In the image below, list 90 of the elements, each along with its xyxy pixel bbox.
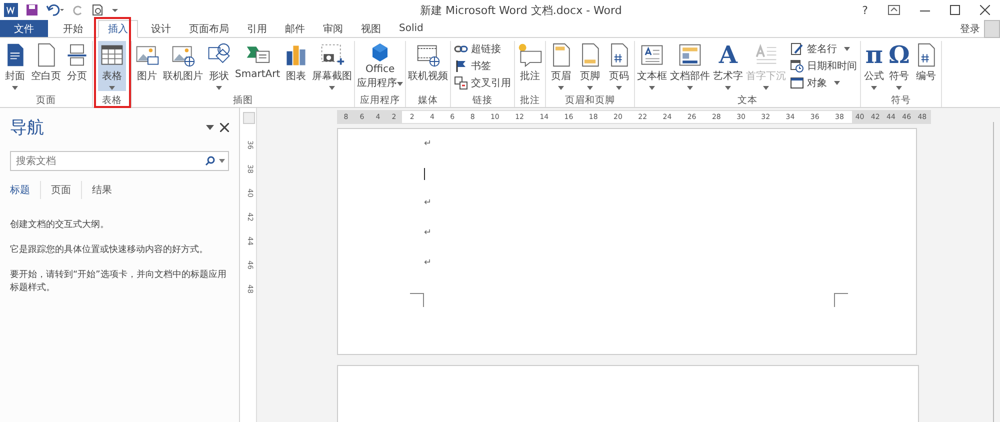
undo-icon[interactable] <box>46 4 64 16</box>
pane-tab[interactable]: 结果 <box>92 181 122 199</box>
ribbon-button[interactable]: 交叉引用 <box>452 75 514 91</box>
group-label: 链接 <box>472 94 494 107</box>
ribbon-button[interactable]: 形状 <box>205 41 233 91</box>
flag-icon <box>454 59 468 73</box>
print-preview-icon[interactable] <box>92 4 104 16</box>
group-label: 媒体 <box>417 94 440 107</box>
word-logo-icon[interactable] <box>4 3 18 17</box>
ribbon-button[interactable]: 页脚 <box>576 41 604 91</box>
ribbon-tab[interactable]: Solid <box>390 20 432 37</box>
ribbon-tab[interactable]: 开始 <box>54 20 92 37</box>
help-text: 创建文档的交互式大纲。 <box>10 219 110 232</box>
glyph-icon: A <box>718 42 738 68</box>
ribbon-tab[interactable]: 页面布局 <box>180 20 238 37</box>
close-icon[interactable] <box>980 5 990 15</box>
paragraph-mark: ↵ <box>424 256 432 270</box>
calendar-clock-icon <box>790 59 804 73</box>
document-parts-icon <box>677 42 704 68</box>
ribbon-display-icon[interactable] <box>888 5 900 15</box>
glyph-icon: π <box>865 42 883 68</box>
help-text: 它是跟踪您的具体位置或快速移动内容的好方式。 <box>10 244 209 257</box>
group-label: 应用程序 <box>359 94 402 107</box>
pane-title: 导航 <box>10 117 44 139</box>
customize-caret-icon[interactable] <box>112 7 118 13</box>
search-box[interactable]: 搜索文档 <box>10 151 229 171</box>
ribbon-button[interactable]: A 艺术字 <box>712 41 744 91</box>
ribbon-button[interactable]: π 公式 <box>862 41 886 91</box>
comment-icon <box>517 42 544 68</box>
window-icon <box>790 76 804 90</box>
ribbon-tab[interactable]: 插入 <box>98 20 138 38</box>
group-label: 插图 <box>232 94 254 107</box>
ribbon-button[interactable]: 屏幕截图 <box>311 41 354 91</box>
pane-tab[interactable]: 标题 <box>10 181 41 199</box>
group-label: 页面 <box>35 94 57 107</box>
ribbon-button[interactable]: 文档部件 <box>669 41 712 91</box>
ribbon-button[interactable]: 对象 <box>788 75 860 91</box>
signature-pen-icon <box>790 42 804 56</box>
crop-mark-icon <box>410 292 424 307</box>
group-label: 表格 <box>101 94 123 107</box>
ribbon-button[interactable]: 签名行 <box>788 41 860 57</box>
ribbon-tab[interactable]: 审阅 <box>314 20 352 37</box>
ribbon-button[interactable]: 批注 <box>516 41 544 91</box>
ribbon-tab[interactable]: 视图 <box>352 20 390 37</box>
ribbon-button[interactable]: 表格 <box>98 41 126 91</box>
search-icon[interactable] <box>205 156 215 166</box>
ribbon-button[interactable]: 联机视频 <box>407 41 450 91</box>
ribbon-button[interactable]: SmartArt <box>234 41 282 91</box>
group-label: 批注 <box>519 94 542 107</box>
ribbon-button[interactable]: 联机图片 <box>162 41 204 91</box>
dropdown-caret-icon[interactable] <box>219 159 225 163</box>
paragraph-mark: ↵ <box>424 196 432 210</box>
close-icon[interactable] <box>220 123 229 132</box>
help-text: 要开始，请转到“开始”选项卡，并向文档中的标题应用标题样式。 <box>10 269 228 295</box>
crop-mark-icon <box>834 292 848 307</box>
ribbon-button[interactable]: 图片 <box>133 41 161 91</box>
ribbon-button[interactable]: 日期和时间 <box>788 58 860 74</box>
ribbon-tab[interactable]: 设计 <box>142 20 180 37</box>
ribbon-button[interactable]: 封面 <box>1 41 29 91</box>
camera-icon <box>319 42 346 68</box>
dropdown-caret-icon[interactable] <box>206 125 214 130</box>
paragraph-mark: ↵ <box>424 226 432 240</box>
ribbon-button[interactable]: 书签 <box>452 58 514 74</box>
glyph-icon: Ω <box>888 42 910 68</box>
ribbon-button[interactable]: 文本框 <box>636 41 668 91</box>
cross-reference-icon <box>454 76 468 90</box>
save-icon[interactable] <box>26 4 38 16</box>
ribbon-button[interactable]: Ω 符号 <box>887 41 912 91</box>
ribbon-button[interactable]: 分页 <box>63 41 91 91</box>
ribbon-button[interactable]: 超链接 <box>452 41 514 57</box>
ribbon-button[interactable]: 空白页 <box>30 41 62 91</box>
help-button[interactable]: ? <box>862 4 868 16</box>
ribbon-button[interactable]: 图表 <box>282 41 310 91</box>
window-title: 新建 Microsoft Word 文档.docx - Word <box>420 3 622 18</box>
pane-tab[interactable]: 页面 <box>51 181 82 199</box>
maximize-icon[interactable] <box>950 5 960 15</box>
ribbon-button[interactable]: 页眉 <box>547 41 576 91</box>
text-cursor <box>424 168 425 180</box>
group-label: 符号 <box>890 94 912 107</box>
file-tab[interactable]: 文件 <box>0 20 48 37</box>
ribbon-button[interactable]: 编号 <box>912 41 940 91</box>
paragraph-mark: ↵ <box>424 138 432 151</box>
group-label: 文本 <box>736 94 759 107</box>
ribbon-button[interactable]: 页码 <box>605 41 634 91</box>
ribbon-tab[interactable]: 引用 <box>238 20 276 37</box>
group-label: 页眉和页脚 <box>564 94 616 107</box>
ribbon-button[interactable]: Office 应用程序 <box>356 41 404 91</box>
ribbon-tab[interactable]: 邮件 <box>276 20 314 37</box>
search-field[interactable]: 搜索文档 <box>14 154 205 168</box>
sign-in-link[interactable]: 登录 <box>960 22 980 36</box>
